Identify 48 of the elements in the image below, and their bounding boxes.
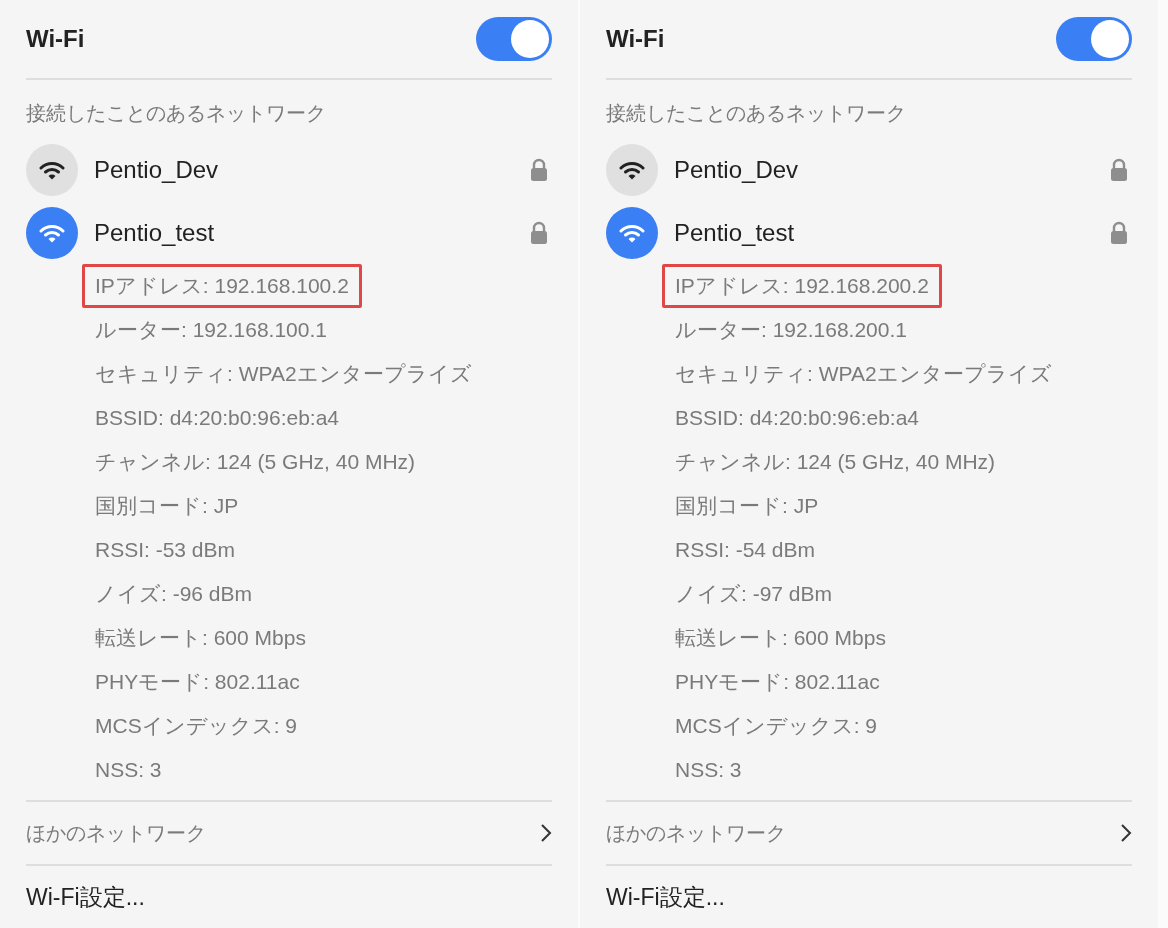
network-detail: PHYモード: 802.11ac bbox=[94, 669, 301, 696]
wifi-toggle[interactable] bbox=[476, 17, 552, 61]
network-detail: ルーター: 192.168.100.1 bbox=[94, 317, 328, 344]
network-detail: 国別コード: JP bbox=[674, 493, 820, 520]
wifi-icon bbox=[606, 206, 658, 259]
network-detail: PHYモード: 802.11ac bbox=[674, 669, 881, 696]
network-detail: IPアドレス: 192.168.100.2 bbox=[82, 264, 362, 308]
panel-title: Wi-Fi bbox=[26, 24, 85, 54]
wifi-toggle[interactable] bbox=[1056, 17, 1132, 61]
chevron-right-icon bbox=[540, 823, 552, 843]
network-name: Pentio_test bbox=[674, 217, 796, 248]
wifi-settings-link[interactable]: Wi-Fi設定... bbox=[606, 879, 725, 915]
network-detail: ノイズ: -97 dBm bbox=[674, 581, 834, 608]
section-heading: 接続したことのあるネットワーク bbox=[606, 101, 906, 126]
network-detail: BSSID: d4:20:b0:96:eb:a4 bbox=[94, 405, 340, 432]
network-name: Pentio_Dev bbox=[674, 154, 800, 185]
chevron-right-icon bbox=[1120, 823, 1132, 843]
network-detail: セキュリティ: WPA2エンタープライズ bbox=[674, 361, 1053, 388]
wifi-icon bbox=[26, 143, 78, 196]
wifi-icon bbox=[606, 143, 658, 196]
network-detail: セキュリティ: WPA2エンタープライズ bbox=[94, 361, 473, 388]
panel-title: Wi-Fi bbox=[606, 24, 665, 54]
network-detail: RSSI: -53 dBm bbox=[94, 537, 237, 564]
section-heading: 接続したことのあるネットワーク bbox=[26, 101, 326, 126]
network-detail: BSSID: d4:20:b0:96:eb:a4 bbox=[674, 405, 920, 432]
network-detail: 転送レート: 600 Mbps bbox=[674, 625, 887, 652]
network-item[interactable]: Pentio_test bbox=[26, 201, 552, 264]
network-name: Pentio_Dev bbox=[94, 154, 220, 185]
other-networks-link[interactable]: ほかのネットワーク bbox=[26, 818, 206, 848]
network-detail: 転送レート: 600 Mbps bbox=[94, 625, 307, 652]
network-detail: IPアドレス: 192.168.200.2 bbox=[662, 264, 942, 308]
network-detail: 国別コード: JP bbox=[94, 493, 240, 520]
network-detail: ノイズ: -96 dBm bbox=[94, 581, 254, 608]
network-item[interactable]: Pentio_test bbox=[606, 201, 1132, 264]
network-detail: チャンネル: 124 (5 GHz, 40 MHz) bbox=[94, 449, 417, 476]
network-detail: NSS: 3 bbox=[94, 757, 163, 784]
network-item[interactable]: Pentio_Dev bbox=[606, 138, 1132, 201]
network-name: Pentio_test bbox=[94, 217, 216, 248]
network-detail: ルーター: 192.168.200.1 bbox=[674, 317, 908, 344]
other-networks-link[interactable]: ほかのネットワーク bbox=[606, 818, 786, 848]
network-detail: チャンネル: 124 (5 GHz, 40 MHz) bbox=[674, 449, 997, 476]
network-detail: RSSI: -54 dBm bbox=[674, 537, 817, 564]
network-detail: NSS: 3 bbox=[674, 757, 743, 784]
wifi-settings-link[interactable]: Wi-Fi設定... bbox=[26, 879, 145, 915]
network-detail: MCSインデックス: 9 bbox=[674, 713, 878, 740]
network-item[interactable]: Pentio_Dev bbox=[26, 138, 552, 201]
network-detail: MCSインデックス: 9 bbox=[94, 713, 298, 740]
wifi-icon bbox=[26, 206, 78, 259]
